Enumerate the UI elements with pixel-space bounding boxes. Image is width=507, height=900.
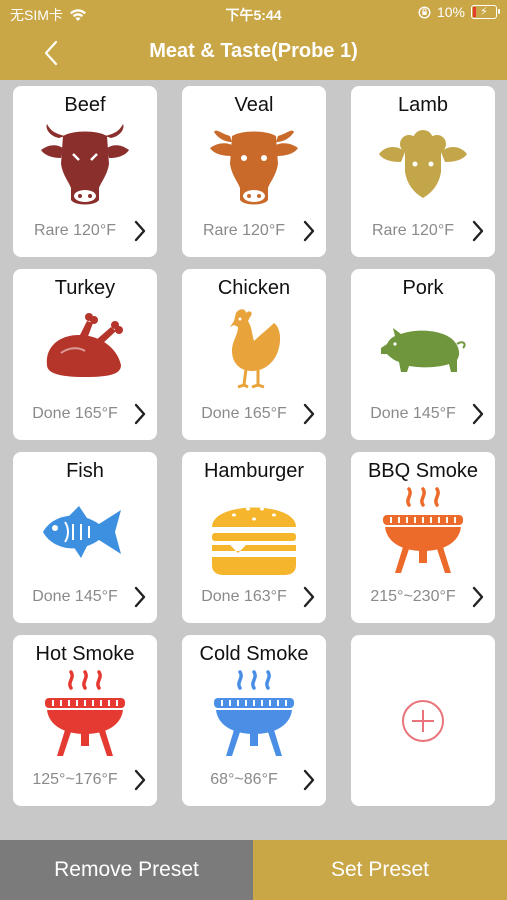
preset-temp: Rare 120°F (34, 222, 116, 239)
fish-icon (35, 488, 135, 576)
remove-preset-button[interactable]: Remove Preset (0, 840, 253, 900)
preset-temp: Done 145°F (32, 588, 118, 605)
preset-temp: 125°~176°F (32, 771, 118, 788)
preset-temp: 215°~230°F (370, 588, 456, 605)
preset-name: Hot Smoke (35, 643, 135, 665)
hamburger-icon (204, 488, 304, 576)
preset-card-cold-smoke[interactable]: Cold Smoke 68°~86°F (182, 635, 326, 806)
preset-name: Hamburger (203, 460, 305, 482)
chevron-right-icon (472, 403, 484, 425)
preset-temp: Done 163°F (201, 588, 287, 605)
preset-card-hamburger[interactable]: Hamburger Done 163°F (182, 452, 326, 623)
chevron-right-icon (134, 769, 146, 791)
header-bar: 无SIM卡 下午5:44 10% ⚡ Meat & Taste(Probe 1) (0, 0, 507, 80)
preset-card-pork[interactable]: Pork Done 145°F (351, 269, 495, 440)
add-circle-icon (402, 700, 444, 742)
preset-temp: Done 145°F (370, 405, 456, 422)
chevron-right-icon (134, 586, 146, 608)
chevron-right-icon (303, 586, 315, 608)
chevron-right-icon (134, 403, 146, 425)
preset-name: Veal (234, 94, 274, 116)
lamb-head-icon (373, 122, 473, 210)
preset-temp: Done 165°F (32, 405, 118, 422)
chevron-right-icon (303, 769, 315, 791)
orientation-lock-icon (418, 5, 431, 19)
chevron-right-icon (303, 220, 315, 242)
preset-name: BBQ Smoke (367, 460, 479, 482)
chevron-right-icon (303, 403, 315, 425)
page-title: Meat & Taste(Probe 1) (149, 40, 358, 62)
preset-grid: Beef Rare 120°F Veal Rare 120°F Lamb Rar… (13, 86, 495, 806)
preset-temp: Rare 120°F (203, 222, 285, 239)
bottom-action-bar: Remove Preset Set Preset (0, 840, 507, 900)
preset-temp: Done 165°F (201, 405, 287, 422)
preset-card-veal[interactable]: Veal Rare 120°F (182, 86, 326, 257)
grill-icon (373, 487, 473, 576)
grill-icon (204, 670, 304, 759)
preset-card-beef[interactable]: Beef Rare 120°F (13, 86, 157, 257)
preset-name: Turkey (54, 277, 116, 299)
preset-name: Pork (402, 277, 444, 299)
cow-head-icon (35, 122, 135, 210)
calf-head-icon (204, 122, 304, 210)
chevron-right-icon (472, 220, 484, 242)
preset-name: Lamb (397, 94, 449, 116)
chevron-right-icon (134, 220, 146, 242)
preset-card-lamb[interactable]: Lamb Rare 120°F (351, 86, 495, 257)
preset-temp: 68°~86°F (210, 771, 278, 788)
preset-card-chicken[interactable]: Chicken Done 165°F (182, 269, 326, 440)
set-preset-button[interactable]: Set Preset (253, 840, 507, 900)
roast-turkey-icon (35, 305, 135, 393)
preset-name: Cold Smoke (199, 643, 309, 665)
pig-icon (373, 305, 473, 393)
preset-card-hot-smoke[interactable]: Hot Smoke 125°~176°F (13, 635, 157, 806)
grill-icon (35, 670, 135, 759)
preset-name: Chicken (217, 277, 291, 299)
status-bar: 无SIM卡 下午5:44 10% ⚡ (0, 0, 507, 28)
chevron-right-icon (472, 586, 484, 608)
preset-card-bbq-smoke[interactable]: BBQ Smoke 215°~230°F (351, 452, 495, 623)
preset-name: Beef (64, 94, 106, 116)
preset-card-turkey[interactable]: Turkey Done 165°F (13, 269, 157, 440)
battery-percent: 10% (436, 4, 465, 20)
chicken-icon (204, 305, 304, 393)
preset-name: Fish (66, 460, 104, 482)
battery-icon: ⚡ (471, 5, 500, 19)
preset-temp: Rare 120°F (372, 222, 454, 239)
add-preset-card[interactable] (351, 635, 495, 806)
preset-card-fish[interactable]: Fish Done 145°F (13, 452, 157, 623)
